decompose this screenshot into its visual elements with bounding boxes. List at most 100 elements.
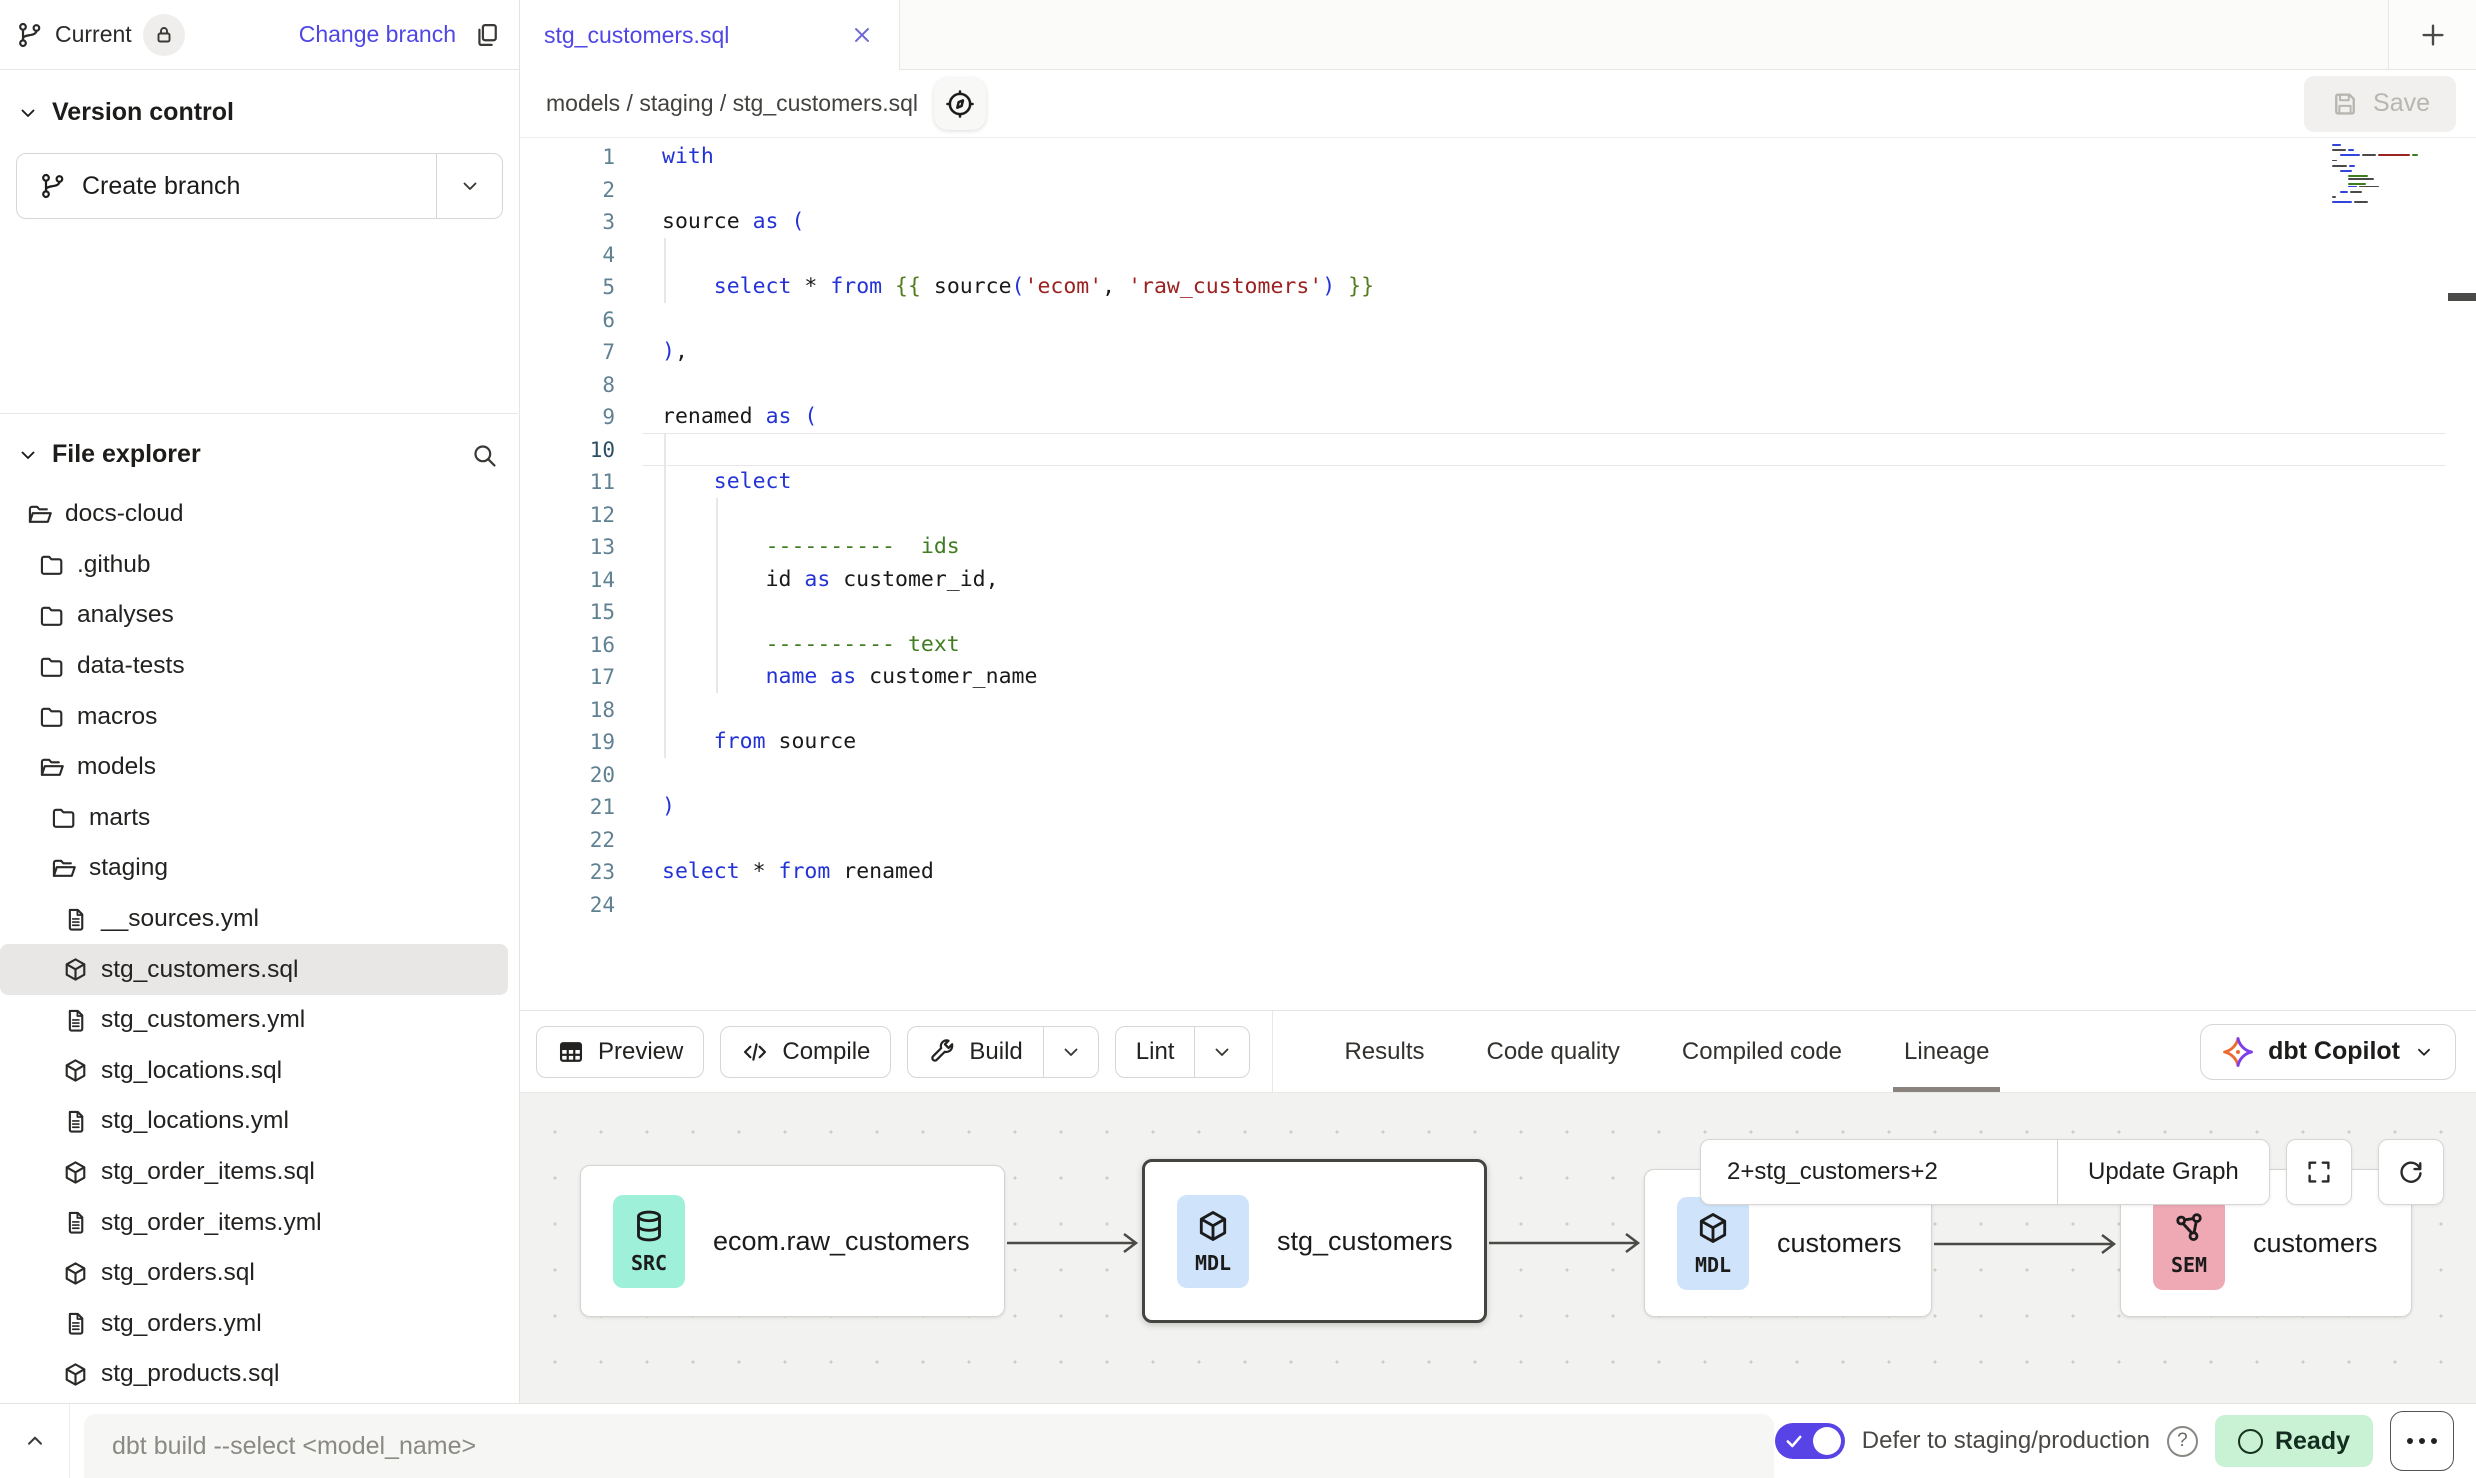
- file-icon: [62, 1310, 89, 1337]
- file-tree-item-stg-locations-sql[interactable]: stg_locations.sql: [0, 1046, 508, 1097]
- file-tree-item-staging[interactable]: staging: [0, 843, 508, 894]
- toggle-knob: [1813, 1427, 1841, 1455]
- create-branch-button[interactable]: Create branch: [16, 153, 503, 219]
- folder-icon: [50, 804, 77, 831]
- create-branch-label: Create branch: [82, 172, 240, 201]
- file-icon: [62, 1007, 89, 1034]
- code-line-5: 5 select * from {{ source('ecom', 'raw_c…: [520, 271, 2476, 304]
- chevron-down-icon: [1210, 1040, 1234, 1064]
- defer-toggle[interactable]: [1775, 1423, 1845, 1459]
- search-icon[interactable]: [470, 441, 498, 469]
- file-tree-item-analyses[interactable]: analyses: [0, 590, 508, 641]
- file-tree-item-docs-cloud[interactable]: docs-cloud: [0, 489, 508, 540]
- line-number: 2: [520, 174, 615, 207]
- create-branch-caret[interactable]: [436, 154, 502, 218]
- panel-tab-lineage[interactable]: Lineage: [1873, 1011, 2020, 1092]
- refresh-button[interactable]: [2378, 1139, 2444, 1205]
- dbt-ide-app: Current Change branch Version control Cr…: [0, 0, 2476, 1478]
- copilot-compass-button[interactable]: [934, 78, 986, 130]
- compass-icon: [944, 88, 976, 120]
- close-icon[interactable]: [849, 22, 875, 48]
- file-tree-item-data-tests[interactable]: data-tests: [0, 641, 508, 692]
- file-tree-item-macros[interactable]: macros: [0, 691, 508, 742]
- code-line-6: 6: [520, 304, 2476, 337]
- file-label: stg_locations.yml: [101, 1107, 289, 1135]
- save-icon: [2330, 89, 2360, 119]
- file-label: stg_customers.sql: [101, 956, 298, 984]
- code-line-9: 9renamed as (: [520, 401, 2476, 434]
- minimap[interactable]: [2332, 144, 2444, 206]
- file-explorer-header[interactable]: File explorer: [0, 414, 518, 489]
- fullscreen-button[interactable]: [2286, 1139, 2352, 1205]
- lineage-panel: SRCecom.raw_customersMDLstg_customersMDL…: [520, 1093, 2476, 1403]
- file-tree-item-stg-orders-yml[interactable]: stg_orders.yml: [0, 1299, 508, 1350]
- save-button[interactable]: Save: [2304, 76, 2456, 132]
- file-label: marts: [89, 804, 150, 832]
- preview-button[interactable]: Preview: [536, 1026, 704, 1078]
- panel-tab-compiled-code[interactable]: Compiled code: [1651, 1011, 1873, 1092]
- file-tree-item-stg-products-sql[interactable]: stg_products.sql: [0, 1349, 508, 1400]
- code-line-21: 21): [520, 791, 2476, 824]
- file-tree-item-stg-customers-sql[interactable]: stg_customers.sql: [0, 944, 508, 995]
- dbt-copilot-button[interactable]: dbt Copilot: [2200, 1024, 2456, 1080]
- line-number: 1: [520, 141, 615, 174]
- lint-button[interactable]: Lint: [1115, 1026, 1251, 1078]
- help-icon[interactable]: ?: [2167, 1426, 2198, 1457]
- change-branch-link[interactable]: Change branch: [299, 21, 456, 48]
- ready-status-badge[interactable]: Ready: [2215, 1415, 2373, 1467]
- panel-tab-results[interactable]: Results: [1313, 1011, 1455, 1092]
- collapse-panel-button[interactable]: [0, 1404, 70, 1478]
- file-tree-item-stg-customers-yml[interactable]: stg_customers.yml: [0, 995, 508, 1046]
- tab-label: stg_customers.sql: [544, 22, 729, 49]
- chevron-down-icon: [458, 174, 482, 198]
- update-graph-button[interactable]: Update Graph: [2058, 1140, 2269, 1204]
- line-number: 13: [520, 531, 615, 564]
- file-tree-item--sources-yml[interactable]: __sources.yml: [0, 894, 508, 945]
- folder-icon: [38, 703, 65, 730]
- lock-icon: [152, 23, 176, 47]
- tab-strip-filler: [900, 0, 2388, 70]
- dbt-command-input[interactable]: [84, 1414, 1774, 1478]
- model-icon: [62, 1057, 89, 1084]
- file-tree-item-marts[interactable]: marts: [0, 793, 508, 844]
- lineage-selector-input[interactable]: [1701, 1140, 2057, 1204]
- lint-label: Lint: [1136, 1038, 1175, 1066]
- copy-icon[interactable]: [473, 21, 501, 49]
- file-tree-item-stg-order-items-sql[interactable]: stg_order_items.sql: [0, 1147, 508, 1198]
- file-tree: docs-cloud.githubanalysesdata-testsmacro…: [0, 489, 518, 1400]
- folder-icon: [38, 551, 65, 578]
- file-explorer: File explorer docs-cloud.githubanalysesd…: [0, 413, 518, 1403]
- line-number: 18: [520, 694, 615, 727]
- code-line-22: 22: [520, 824, 2476, 857]
- chevron-down-icon: [2413, 1041, 2435, 1063]
- code-line-12: 12: [520, 499, 2476, 532]
- build-button[interactable]: Build: [907, 1026, 1098, 1078]
- code-line-11: 11 select: [520, 466, 2476, 499]
- create-branch-main[interactable]: Create branch: [17, 154, 436, 218]
- panel-resize-handle[interactable]: [2448, 293, 2476, 301]
- code-line-3: 3source as (: [520, 206, 2476, 239]
- file-tree-item-stg-locations-yml[interactable]: stg_locations.yml: [0, 1096, 508, 1147]
- compile-button[interactable]: Compile: [720, 1026, 891, 1078]
- new-tab-button[interactable]: [2388, 0, 2476, 70]
- chevron-down-icon: [1059, 1040, 1083, 1064]
- file-tree-item-models[interactable]: models: [0, 742, 508, 793]
- more-options-button[interactable]: [2390, 1411, 2454, 1471]
- line-number: 9: [520, 401, 615, 434]
- version-control-header[interactable]: Version control: [0, 70, 519, 127]
- model-icon: [62, 1159, 89, 1186]
- file-tree-item-stg-orders-sql[interactable]: stg_orders.sql: [0, 1248, 508, 1299]
- panel-tab-code-quality[interactable]: Code quality: [1456, 1011, 1651, 1092]
- line-number: 23: [520, 856, 615, 889]
- build-caret[interactable]: [1043, 1027, 1098, 1077]
- lint-caret[interactable]: [1194, 1027, 1249, 1077]
- code-editor[interactable]: 1with23source as (45 select * from {{ so…: [520, 138, 2476, 1010]
- tab-stg-customers-sql[interactable]: stg_customers.sql: [520, 0, 900, 70]
- file-tree-item-stg-order-items-yml[interactable]: stg_order_items.yml: [0, 1197, 508, 1248]
- table-icon: [557, 1038, 585, 1066]
- file-tree-item--github[interactable]: .github: [0, 540, 508, 591]
- folder-open-icon: [50, 855, 77, 882]
- code-line-7: 7),: [520, 336, 2476, 369]
- line-number: 4: [520, 239, 615, 272]
- line-number: 8: [520, 369, 615, 402]
